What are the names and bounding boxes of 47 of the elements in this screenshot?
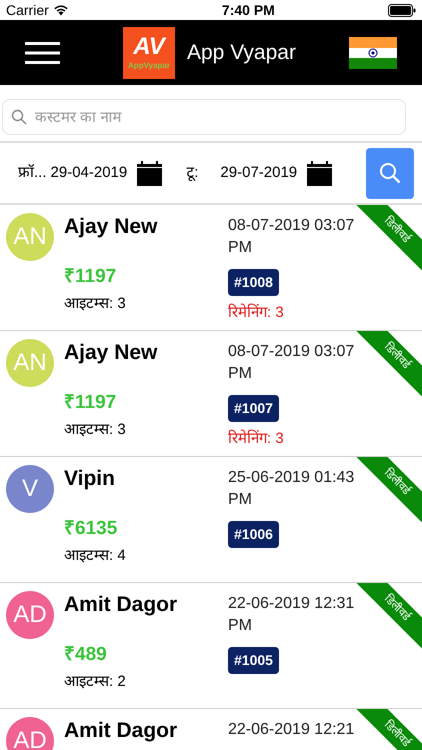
search-button[interactable] [366, 148, 414, 198]
search-icon [11, 109, 27, 125]
avatar: AD [6, 591, 54, 639]
from-label: फ्रॉ... [18, 162, 47, 183]
app-title: App Vyapar [187, 40, 296, 66]
order-amount: ₹6135 [64, 516, 118, 540]
items-count: आइटम्स: 3 [64, 294, 127, 314]
customer-name: Ajay New [64, 340, 158, 366]
battery-icon [388, 4, 416, 16]
wifi-icon [52, 4, 69, 16]
order-number: #1007 [228, 395, 279, 422]
avatar: AN [6, 213, 54, 261]
items-count: आइटम्स: 2 [64, 672, 127, 692]
customer-name: Amit Dagor [64, 592, 178, 618]
carrier-text: Carrier [6, 0, 49, 20]
calendar-icon[interactable] [137, 160, 162, 186]
avatar: AD [6, 717, 54, 750]
avatar: AN [6, 339, 54, 387]
customer-name: Ajay New [64, 214, 158, 240]
order-datetime: 22-06-2019 12:21 [228, 720, 354, 740]
order-number: #1005 [228, 647, 279, 674]
from-date[interactable]: 29-04-2019 [50, 162, 128, 184]
customer-name: Vipin [64, 466, 116, 492]
remaining-text: रिमेनिंग: 3 [228, 428, 284, 449]
order-datetime: 25-06-2019 01:43 PM [228, 468, 356, 510]
menu-icon[interactable] [25, 42, 60, 64]
items-count: आइटम्स: 4 [64, 546, 127, 566]
order-amount: ₹1197 [64, 264, 118, 288]
flag-icon[interactable] [349, 36, 397, 68]
order-number: #1006 [228, 521, 279, 548]
order-datetime: 22-06-2019 12:31 PM [228, 594, 356, 636]
order-number: #1008 [228, 269, 279, 296]
customer-name: Amit Dagor [64, 718, 178, 744]
app-logo: AV AppVyapar [123, 26, 175, 78]
to-label: टू: [186, 162, 198, 183]
items-count: आइटम्स: 3 [64, 420, 127, 440]
avatar: V [6, 465, 54, 513]
order-amount: ₹489 [64, 642, 108, 666]
to-date[interactable]: 29-07-2019 [220, 162, 298, 184]
search-icon [379, 162, 401, 184]
clock-text: 7:40 PM [222, 0, 275, 20]
remaining-text: रिमेनिंग: 3 [228, 302, 284, 323]
order-amount: ₹1197 [64, 390, 118, 414]
calendar-icon[interactable] [307, 160, 332, 186]
search-field[interactable]: कस्टमर का नाम [2, 99, 406, 135]
order-datetime: 08-07-2019 03:07 PM [228, 216, 356, 258]
order-datetime: 08-07-2019 03:07 PM [228, 342, 356, 384]
